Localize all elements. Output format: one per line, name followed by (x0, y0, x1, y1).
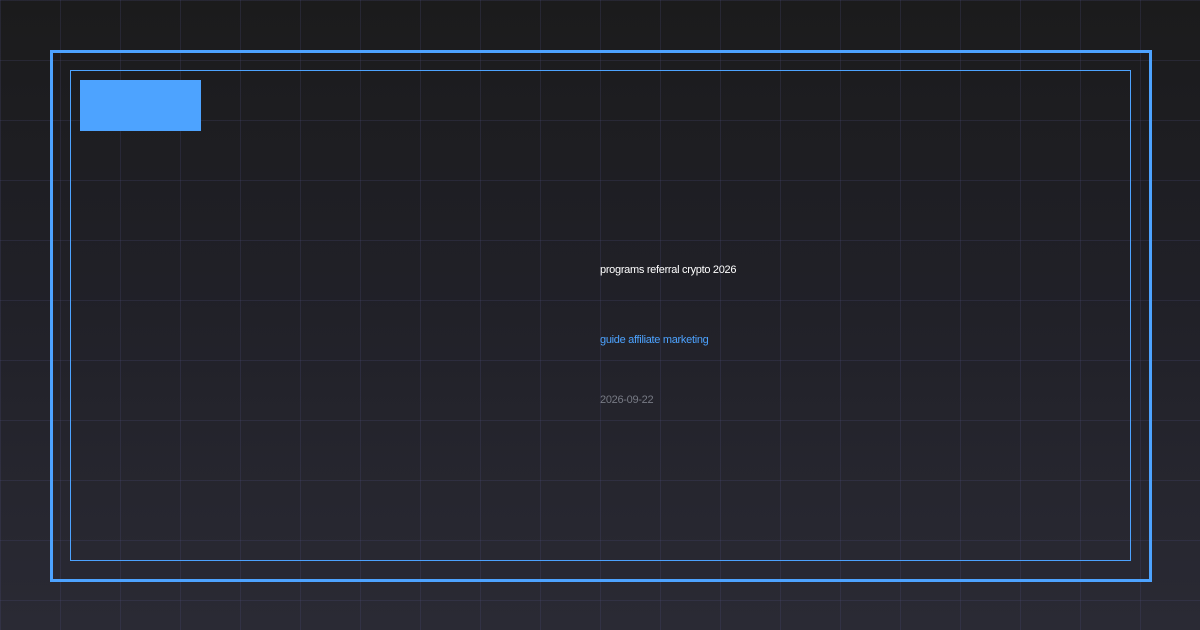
card-title: programs referral crypto 2026 (600, 264, 737, 276)
inner-frame-border (70, 70, 1131, 561)
card-date: 2026-09-22 (600, 394, 654, 406)
card-subtitle: guide affiliate marketing (600, 334, 709, 346)
accent-block (80, 80, 201, 131)
